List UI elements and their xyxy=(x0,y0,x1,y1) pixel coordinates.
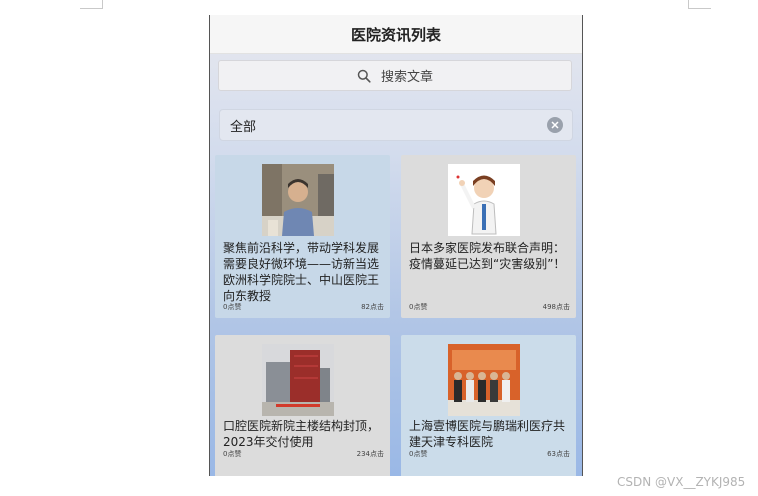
search-bar[interactable]: 搜索文章 xyxy=(218,60,572,91)
article-card[interactable]: 聚焦前沿科学，带动学科发展需要良好微环境——访新当选欧洲科学院院士、中山医院王向… xyxy=(215,155,390,318)
page-title: 医院资讯列表 xyxy=(350,25,441,44)
article-card[interactable]: 日本多家医院发布联合声明：疫情蔓延已达到“灾害级别”！ 0点赞 498点击 xyxy=(401,155,576,318)
clear-icon[interactable] xyxy=(547,117,563,133)
article-thumbnail-portrait xyxy=(262,164,334,236)
article-thumbnail-group xyxy=(448,344,520,416)
article-likes: 0点赞 xyxy=(409,450,428,458)
article-thumbnail-doctor xyxy=(448,164,520,236)
article-card[interactable]: 上海壹博医院与鹏瑞利医疗共建天津专科医院 0点赞 63点击 xyxy=(401,335,576,476)
page-corner-mark-left xyxy=(80,0,103,9)
article-likes: 0点赞 xyxy=(223,450,242,458)
article-clicks: 498点击 xyxy=(542,303,570,311)
page-corner-mark-right xyxy=(688,0,711,9)
article-clicks: 82点击 xyxy=(361,303,384,311)
article-title: 上海壹博医院与鹏瑞利医疗共建天津专科医院 xyxy=(409,419,566,449)
filter-value: 全部 xyxy=(230,119,257,135)
watermark: CSDN @VX__ZYKJ985 xyxy=(617,475,746,489)
search-icon xyxy=(357,69,371,83)
nav-bar: 医院资讯列表 xyxy=(210,15,582,54)
article-thumbnail-building xyxy=(262,344,334,416)
article-title: 日本多家医院发布联合声明：疫情蔓延已达到“灾害级别”！ xyxy=(409,241,566,271)
article-card[interactable]: 口腔医院新院主楼结构封顶，2023年交付使用 0点赞 234点击 xyxy=(215,335,390,476)
search-placeholder: 搜索文章 xyxy=(380,70,433,85)
article-likes: 0点赞 xyxy=(409,303,428,311)
category-filter[interactable]: 全部 xyxy=(219,109,573,141)
article-likes: 0点赞 xyxy=(223,303,242,311)
article-title: 口腔医院新院主楼结构封顶，2023年交付使用 xyxy=(223,419,380,449)
article-title: 聚焦前沿科学，带动学科发展需要良好微环境——访新当选欧洲科学院院士、中山医院王向… xyxy=(223,241,380,303)
article-clicks: 63点击 xyxy=(547,450,570,458)
phone-screen: 医院资讯列表 搜索文章 全部 聚焦前沿科学，带动学科发展需要良好微环境——访新当… xyxy=(209,15,583,476)
article-clicks: 234点击 xyxy=(356,450,384,458)
